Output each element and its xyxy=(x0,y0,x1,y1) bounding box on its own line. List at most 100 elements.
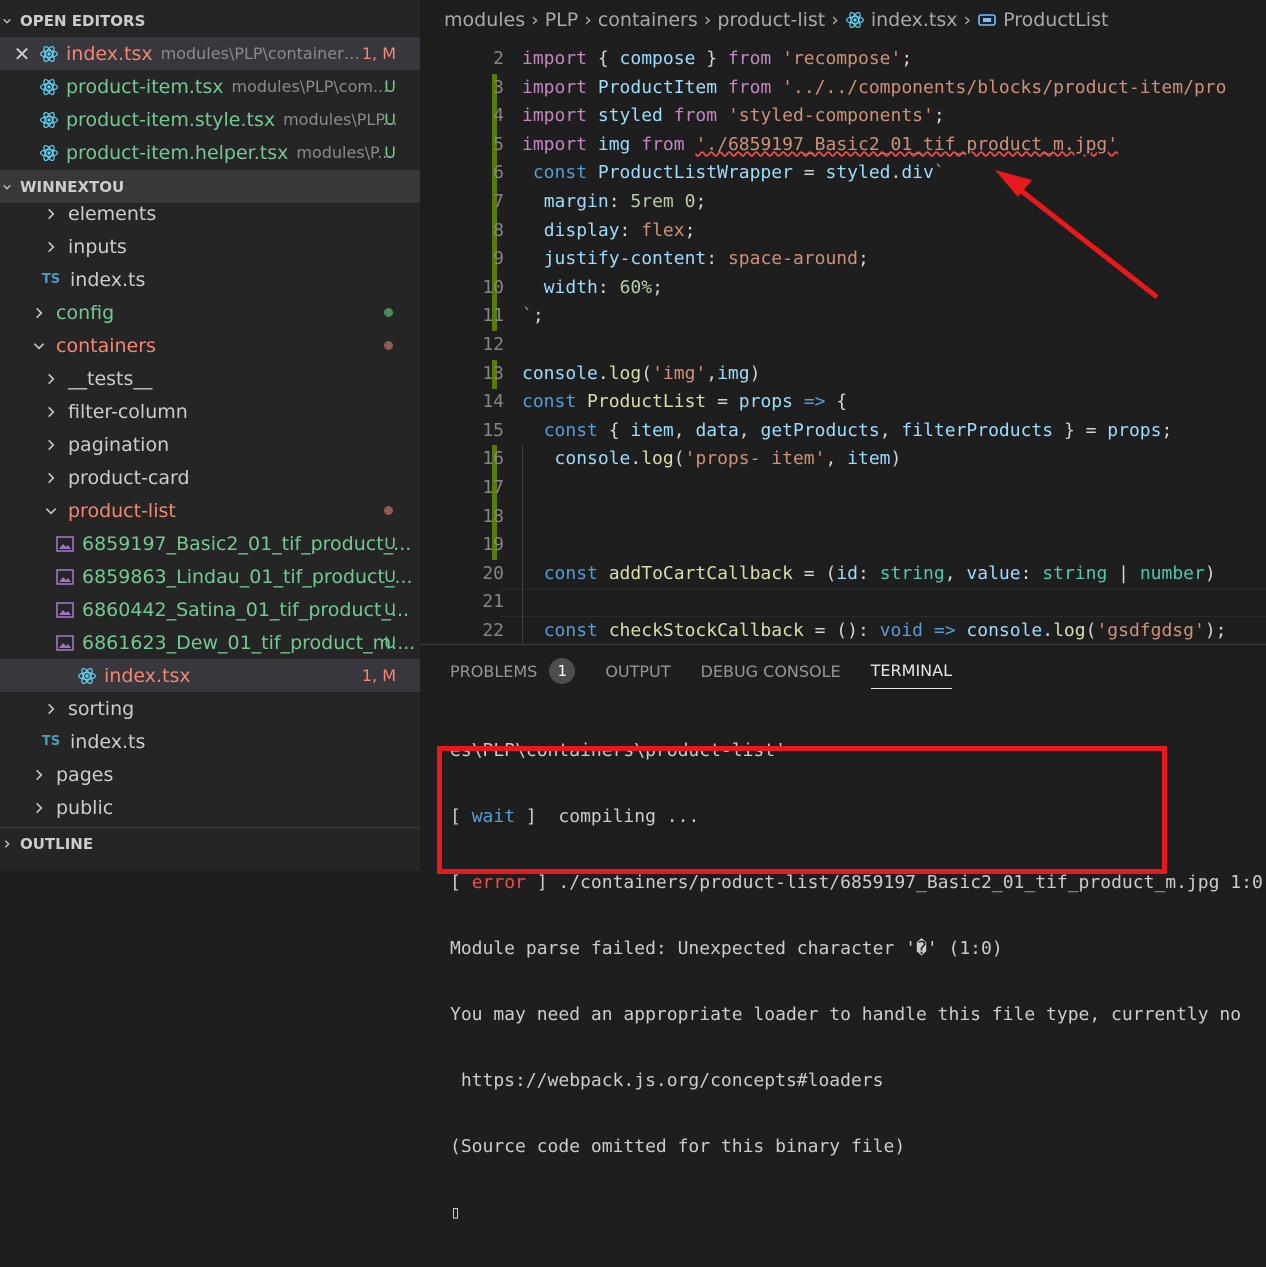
chevron-right-icon xyxy=(44,702,58,716)
code-line[interactable]: 22 const checkStockCallback = (): void =… xyxy=(420,617,1266,644)
open-editors-header[interactable]: OPEN EDITORS xyxy=(0,4,420,37)
breadcrumb-item[interactable]: index.tsx xyxy=(871,9,958,31)
code-line[interactable]: 9 justify-content: space-around; xyxy=(420,245,1266,273)
tree-item-label: 6861623_Dew_01_tif_product_m.... xyxy=(82,631,416,654)
code-text: import img from './6859197_Basic2_01_tif… xyxy=(522,131,1118,159)
tree-item[interactable]: sorting xyxy=(0,692,420,725)
code-line[interactable]: 14 const ProductList = props => { xyxy=(420,388,1266,416)
breadcrumb-item[interactable]: modules xyxy=(444,9,525,31)
code-token: ); xyxy=(1204,620,1227,641)
tab-debug-console[interactable]: DEBUG CONSOLE xyxy=(701,662,841,681)
git-status-dot xyxy=(384,308,393,317)
code-line[interactable]: 12 xyxy=(420,331,1266,359)
breadcrumb-item[interactable]: product-list xyxy=(717,9,825,31)
tree-item[interactable]: index.tsx 1, M xyxy=(0,659,420,692)
tab-output[interactable]: OUTPUT xyxy=(605,662,670,681)
code-token: filterProducts xyxy=(901,419,1054,441)
code-line[interactable]: 17 xyxy=(420,474,1266,502)
open-editor-item[interactable]: product-item.style.tsx modules\PLP... U xyxy=(0,103,420,136)
code-token: '../../components/blocks/product-item/pr… xyxy=(782,76,1227,98)
chevron-right-icon xyxy=(44,240,58,254)
code-token: import xyxy=(522,105,588,127)
code-token: const xyxy=(532,162,588,184)
code-token: import xyxy=(522,76,588,98)
tree-item[interactable]: __tests__ xyxy=(0,362,420,395)
tree-item[interactable]: pagination xyxy=(0,428,420,461)
code-token: ProductItem xyxy=(597,76,718,98)
tree-item[interactable]: filter-column xyxy=(0,395,420,428)
code-line[interactable]: 4 import styled from 'styled-components'; xyxy=(420,102,1266,130)
code-line[interactable]: 20 const addToCartCallback = (id: string… xyxy=(420,560,1266,588)
line-number: 7 xyxy=(493,191,504,212)
git-status-badge: U xyxy=(384,633,396,652)
tree-item[interactable]: 6859863_Lindau_01_tif_product_... U xyxy=(0,560,420,593)
tree-item[interactable]: 6859197_Basic2_01_tif_product_... U xyxy=(0,527,420,560)
code-token: getProducts xyxy=(760,419,880,441)
code-line[interactable]: 10 width: 60%; xyxy=(420,274,1266,302)
tree-item[interactable]: containers xyxy=(0,329,420,362)
code-line[interactable]: 16 console.log('props- item', item) xyxy=(420,445,1266,473)
open-editor-item[interactable]: product-item.helper.tsx modules\P... U xyxy=(0,136,420,169)
code-token: = xyxy=(706,391,739,413)
tree-item[interactable]: TS index.ts xyxy=(0,725,420,758)
tab-terminal[interactable]: TERMINAL xyxy=(870,661,953,689)
code-line[interactable]: 18 xyxy=(420,503,1266,531)
code-line[interactable]: 6 const ProductListWrapper = styled.div` xyxy=(420,159,1266,187)
tree-item[interactable]: config xyxy=(0,296,420,329)
breadcrumb-item[interactable]: containers xyxy=(598,9,698,31)
code-line[interactable]: 2 import { compose } from 'recompose'; xyxy=(420,45,1266,73)
code-line[interactable]: 5 import img from './6859197_Basic2_01_ti… xyxy=(420,131,1266,159)
code-line[interactable]: 13 console.log('img',img) xyxy=(420,360,1266,388)
code-line[interactable]: 11 `; xyxy=(420,302,1266,330)
outline-title: OUTLINE xyxy=(20,835,94,853)
code-line[interactable]: 3 import ProductItem from '../../componen… xyxy=(420,74,1266,102)
code-token: = (): xyxy=(803,620,880,641)
tree-item[interactable]: 6861623_Dew_01_tif_product_m.... U xyxy=(0,626,420,659)
code-token: , xyxy=(879,419,902,441)
chevron-right-icon xyxy=(2,838,12,850)
code-line[interactable]: 21 xyxy=(420,588,1266,616)
open-editor-filename: product-item.style.tsx xyxy=(66,108,276,131)
tree-item[interactable]: product-list xyxy=(0,494,420,527)
code-token: item xyxy=(847,448,891,470)
chevron-right-icon xyxy=(44,372,58,386)
code-editor[interactable]: 2 import { compose } from 'recompose'; 3 im… xyxy=(420,40,1266,644)
code-line[interactable]: 7 margin: 5rem 0; xyxy=(420,188,1266,216)
tree-item-label: inputs xyxy=(68,235,127,258)
line-number: 21 xyxy=(482,591,504,613)
tab-problems[interactable]: PROBLEMS 1 xyxy=(450,658,576,684)
code-line[interactable]: 19 xyxy=(420,531,1266,559)
tree-item[interactable]: product-card xyxy=(0,461,420,494)
tree-item[interactable]: TS index.ts xyxy=(0,263,420,296)
code-token: from xyxy=(673,105,718,127)
tree-item[interactable]: 6860442_Satina_01_tif_product_... U xyxy=(0,593,420,626)
code-token: number xyxy=(1139,562,1205,584)
tree-item[interactable]: public xyxy=(0,791,420,824)
code-token: img xyxy=(597,133,631,155)
open-editor-item[interactable]: product-item.tsx modules\PLP\com... U xyxy=(0,70,420,103)
code-token: const xyxy=(522,391,577,413)
breadcrumb-item[interactable]: ProductList xyxy=(1003,9,1108,31)
image-file-icon xyxy=(54,533,76,555)
tree-item-label: product-list xyxy=(68,499,176,522)
tree-item[interactable]: pages xyxy=(0,758,420,791)
code-line[interactable]: 15 const { item, data, getProducts, filt… xyxy=(420,417,1266,445)
open-editor-item[interactable]: ✕ index.tsx modules\PLP\containers... 1, M xyxy=(0,37,420,70)
git-status-badge: U xyxy=(384,600,396,619)
open-editor-path: modules\P... xyxy=(296,143,393,162)
open-editor-filename: index.tsx xyxy=(66,42,153,65)
breadcrumb-item[interactable]: PLP xyxy=(545,9,579,31)
code-token: , xyxy=(825,448,848,470)
tree-item[interactable]: inputs xyxy=(0,230,420,263)
outline-header[interactable]: OUTLINE xyxy=(0,827,420,860)
tree-item[interactable]: elements xyxy=(0,197,420,230)
close-icon[interactable]: ✕ xyxy=(12,42,32,66)
code-token: , xyxy=(706,362,718,384)
line-number: 12 xyxy=(482,334,504,355)
code-line[interactable]: 8 display: flex; xyxy=(420,217,1266,245)
chevron-right-icon xyxy=(44,471,58,485)
